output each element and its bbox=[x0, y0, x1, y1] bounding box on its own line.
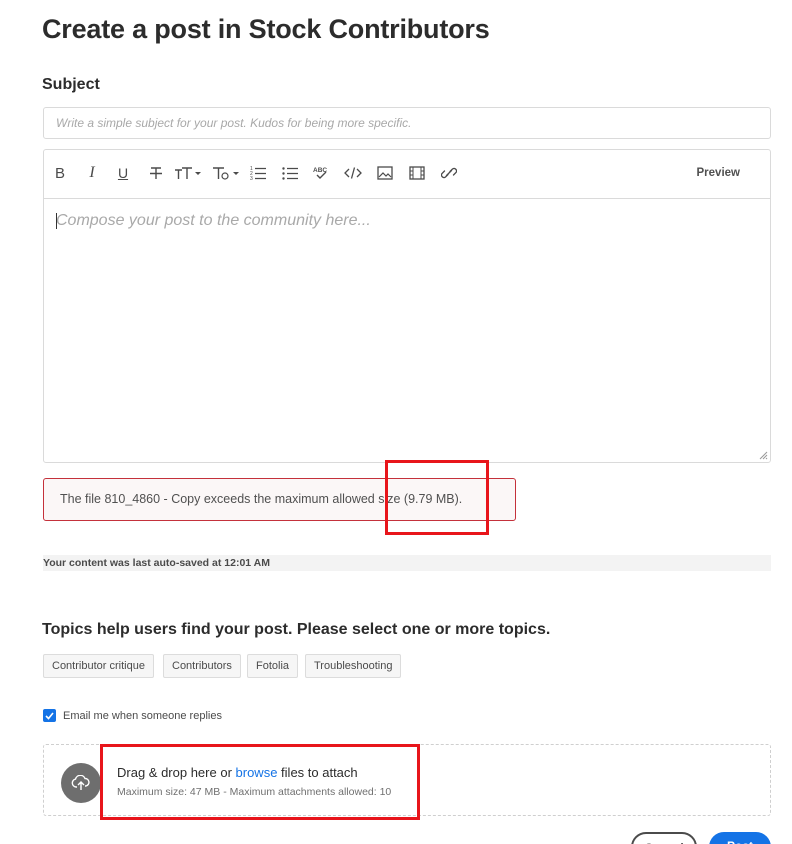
topics-heading: Topics help users find your post. Please… bbox=[42, 621, 551, 638]
code-button[interactable] bbox=[344, 163, 362, 183]
text-style-icon bbox=[213, 167, 239, 180]
code-icon bbox=[344, 167, 362, 179]
subject-label: Subject bbox=[42, 76, 100, 93]
dropzone-text-before: Drag & drop here or bbox=[117, 765, 236, 780]
post-button[interactable]: Post bbox=[709, 832, 771, 844]
browse-link[interactable]: browse bbox=[236, 765, 278, 780]
text-style-button[interactable] bbox=[212, 163, 240, 183]
spellcheck-icon: ABC bbox=[313, 167, 327, 179]
link-button[interactable] bbox=[441, 163, 457, 183]
strikethrough-icon bbox=[150, 167, 162, 179]
insert-image-button[interactable] bbox=[377, 163, 393, 183]
topic-chip-contributors[interactable]: Contributors bbox=[163, 654, 241, 678]
compose-placeholder: Compose your post to the community here.… bbox=[56, 212, 371, 229]
subject-input[interactable] bbox=[43, 107, 771, 139]
underline-button[interactable]: U bbox=[116, 163, 130, 183]
autosave-status: Your content was last auto-saved at 12:0… bbox=[43, 555, 771, 571]
italic-button[interactable]: I bbox=[85, 163, 99, 183]
compose-area[interactable]: Compose your post to the community here.… bbox=[44, 200, 770, 462]
spellcheck-button[interactable]: ABC bbox=[313, 163, 329, 183]
cloud-upload-icon bbox=[71, 775, 90, 790]
insert-video-icon bbox=[409, 166, 425, 180]
email-label: Email me when someone replies bbox=[63, 709, 222, 722]
ordered-list-icon: 123 bbox=[250, 166, 266, 181]
text-caret bbox=[56, 213, 57, 229]
email-row: Email me when someone replies bbox=[43, 709, 222, 722]
strikethrough-button[interactable] bbox=[148, 163, 164, 183]
ordered-list-button[interactable]: 123 bbox=[250, 163, 266, 183]
bullet-list-button[interactable] bbox=[282, 163, 298, 183]
dropzone-limits: Maximum size: 47 MB - Maximum attachment… bbox=[117, 786, 392, 798]
bold-button[interactable]: B bbox=[53, 163, 67, 183]
editor: B I U 123 ABC Preview Compose your post … bbox=[43, 149, 771, 463]
email-checkbox[interactable] bbox=[43, 709, 56, 722]
error-message: The file 810_4860 - Copy exceeds the max… bbox=[43, 478, 516, 521]
topic-chip-fotolia[interactable]: Fotolia bbox=[247, 654, 299, 678]
insert-image-icon bbox=[377, 166, 393, 180]
insert-video-button[interactable] bbox=[409, 163, 425, 183]
resize-handle-icon[interactable] bbox=[759, 451, 768, 460]
topic-chip-contributor-critique[interactable]: Contributor critique bbox=[43, 654, 154, 678]
underline-icon: U bbox=[117, 165, 129, 181]
upload-button[interactable] bbox=[61, 763, 101, 803]
page-title: Create a post in Stock Contributors bbox=[42, 14, 490, 44]
attachment-dropzone[interactable]: Drag & drop here or browse files to atta… bbox=[43, 744, 771, 816]
editor-toolbar: B I U 123 ABC Preview bbox=[44, 150, 770, 199]
link-icon bbox=[441, 167, 457, 179]
checkmark-icon bbox=[45, 711, 54, 720]
font-size-button[interactable] bbox=[174, 163, 202, 183]
dropzone-instructions: Drag & drop here or browse files to atta… bbox=[117, 765, 358, 780]
bullet-list-icon bbox=[282, 167, 298, 180]
dropzone-text-after: files to attach bbox=[277, 765, 358, 780]
cancel-button[interactable]: Cancel bbox=[631, 832, 697, 844]
font-size-icon bbox=[175, 167, 201, 179]
bold-icon: B bbox=[54, 164, 65, 182]
svg-text:3: 3 bbox=[250, 176, 253, 181]
italic-icon: I bbox=[89, 164, 95, 181]
topic-chip-troubleshooting[interactable]: Troubleshooting bbox=[305, 654, 402, 678]
preview-button[interactable]: Preview bbox=[697, 167, 740, 179]
